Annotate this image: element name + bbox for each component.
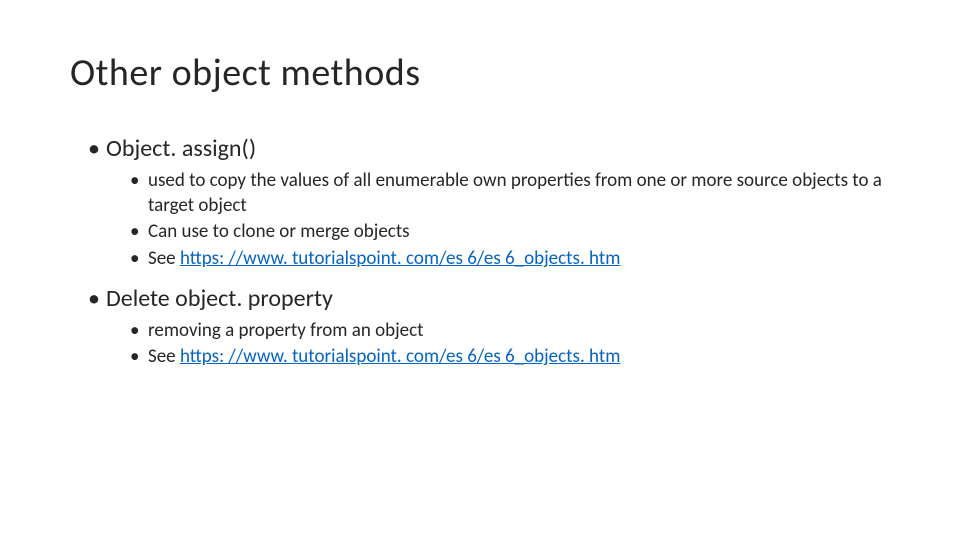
bullet-assign-description: used to copy the values of all enumerabl… [130, 169, 890, 218]
link-tutorialspoint-delete[interactable]: https: //www. tutorialspoint. com/es 6/e… [180, 345, 620, 368]
bullet-assign-see-link: See https: //www. tutorialspoint. com/es… [130, 247, 890, 272]
bullet-assign-clone-merge: Can use to clone or merge objects [130, 220, 890, 245]
see-prefix: See [148, 345, 180, 368]
bullet-delete-see-link: See https: //www. tutorialspoint. com/es… [130, 345, 890, 370]
bullet-delete-property: Delete object. property [88, 284, 890, 313]
see-prefix: See [148, 247, 180, 270]
bullet-object-assign: Object. assign() [88, 134, 890, 163]
slide-title: Other object methods [70, 50, 890, 96]
bullet-delete-description: removing a property from an object [130, 319, 890, 344]
link-tutorialspoint-assign[interactable]: https: //www. tutorialspoint. com/es 6/e… [180, 247, 620, 270]
